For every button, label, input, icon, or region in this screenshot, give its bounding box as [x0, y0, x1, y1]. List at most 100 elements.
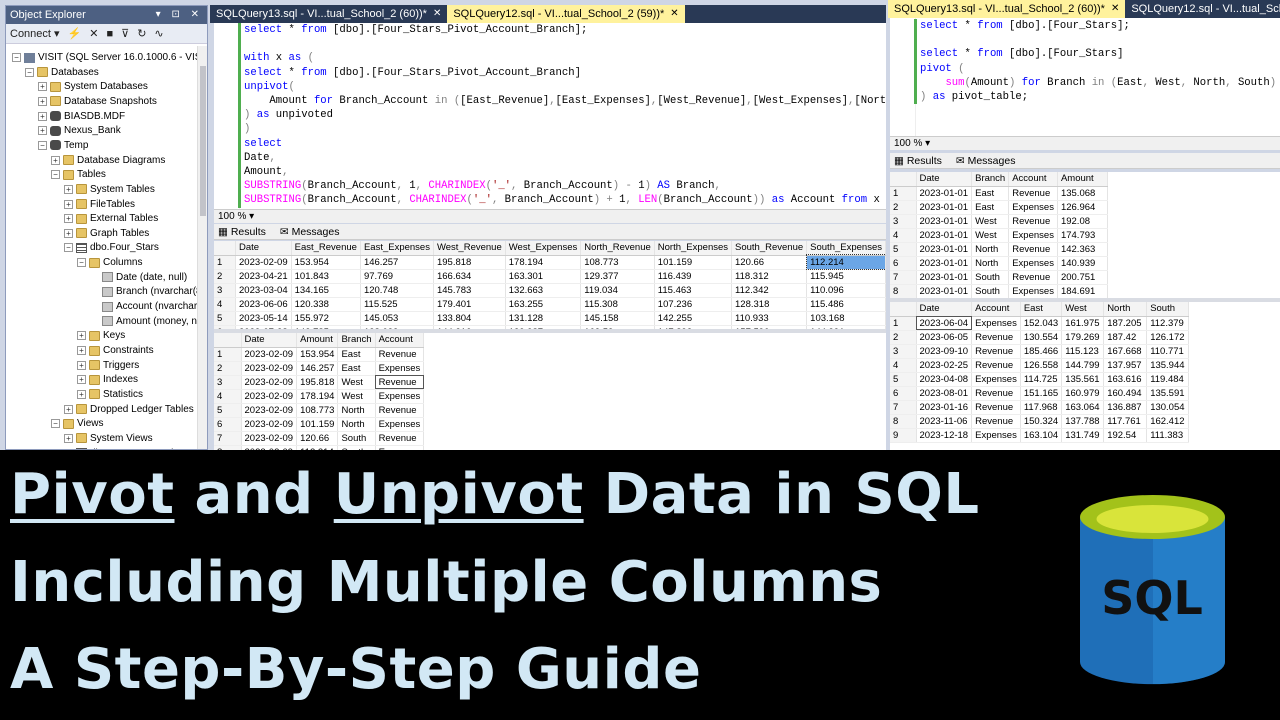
row-number[interactable]: 6 [890, 256, 917, 271]
table-cell[interactable]: 120.338 [291, 297, 361, 312]
tree-node[interactable]: + FileTables [64, 197, 135, 212]
table-cell[interactable]: 101.843 [291, 269, 361, 284]
tree-node[interactable]: + System Tables [64, 182, 155, 197]
row-number[interactable]: 4 [890, 228, 917, 243]
table-cell[interactable]: South [971, 284, 1010, 298]
column-header[interactable]: Account [1008, 172, 1058, 187]
table-cell[interactable]: 115.123 [1061, 344, 1105, 359]
table-cell[interactable]: 97.769 [360, 269, 434, 284]
table-cell[interactable]: Expenses [971, 372, 1021, 387]
activity-icon[interactable]: ∿ [154, 24, 163, 43]
table-cell[interactable]: 103.168 [806, 311, 886, 326]
table-cell[interactable]: 2023-03-04 [235, 283, 292, 298]
table-cell[interactable]: Expenses [971, 428, 1021, 443]
table-cell[interactable]: 2023-06-05 [916, 330, 973, 345]
tree-node[interactable]: Amount (money, n [90, 314, 197, 329]
column-header[interactable] [214, 333, 242, 348]
table-cell[interactable]: 135.944 [1146, 358, 1189, 373]
table-cell[interactable]: 110.771 [1146, 344, 1189, 359]
table-cell[interactable]: 150.324 [1020, 414, 1063, 429]
expand-icon[interactable]: + [38, 111, 47, 121]
table-cell[interactable]: 108.773 [580, 255, 655, 270]
column-header[interactable]: Account [971, 302, 1021, 317]
table-cell[interactable]: Expenses [1008, 228, 1058, 243]
column-header[interactable]: East [1020, 302, 1063, 317]
tree-node[interactable]: + System Databases [38, 79, 148, 94]
column-header[interactable]: West_Expenses [505, 241, 582, 256]
row-number[interactable]: 5 [214, 403, 242, 418]
collapse-icon[interactable]: − [51, 419, 60, 429]
table-cell[interactable]: 115.308 [580, 297, 655, 312]
column-header[interactable] [890, 172, 917, 187]
table-cell[interactable]: Revenue [971, 386, 1021, 401]
table-cell[interactable]: 2023-01-01 [916, 270, 973, 285]
tree-node[interactable]: + Graph Tables [64, 226, 149, 241]
table-cell[interactable]: 2023-11-06 [916, 414, 973, 429]
tab-results[interactable]: ▦ Results [894, 153, 942, 168]
table-cell[interactable]: 153.954 [296, 347, 339, 362]
tree-node[interactable]: + Keys [77, 328, 125, 343]
table-cell[interactable]: 2023-09-10 [916, 344, 973, 359]
tree-node[interactable]: + BIASDB.MDF [38, 109, 125, 124]
table-cell[interactable]: 160.494 [1103, 386, 1148, 401]
row-number[interactable]: 1 [890, 316, 917, 331]
table-cell[interactable]: 178.194 [505, 255, 582, 270]
table-cell[interactable]: 2023-04-21 [235, 269, 292, 284]
expand-icon[interactable]: + [77, 360, 86, 370]
table-cell[interactable]: 112.379 [1146, 316, 1189, 331]
table-cell[interactable]: Expenses [375, 417, 425, 432]
tree-node[interactable]: +dbo.Four_Stars_Pivot_A [64, 446, 197, 449]
table-cell[interactable]: 128.318 [731, 297, 808, 312]
tree-node[interactable]: + Indexes [77, 372, 138, 387]
tree-node[interactable]: + External Tables [64, 211, 158, 226]
table-cell[interactable]: Revenue [1008, 214, 1058, 229]
table-cell[interactable]: 184.691 [1057, 284, 1108, 298]
column-header[interactable]: Branch [337, 333, 376, 348]
expand-icon[interactable]: + [77, 331, 86, 341]
table-cell[interactable]: 146.257 [360, 255, 434, 270]
table-cell[interactable]: Expenses [1008, 284, 1058, 298]
table-cell[interactable]: Revenue [375, 347, 425, 362]
expand-icon[interactable]: + [38, 96, 47, 106]
table-cell[interactable]: 119.484 [1146, 372, 1189, 387]
table-cell[interactable]: 2023-04-08 [916, 372, 973, 387]
table-cell[interactable]: 163.104 [1020, 428, 1063, 443]
table-cell[interactable]: West [337, 389, 376, 404]
table-cell[interactable]: 140.939 [1057, 256, 1108, 271]
row-number[interactable]: 6 [890, 386, 917, 401]
tree-node[interactable]: − VISIT (SQL Server 16.0.1000.6 - VISIT [12, 50, 197, 65]
table-cell[interactable]: West [337, 375, 376, 390]
table-cell[interactable]: 174.793 [1057, 228, 1108, 243]
column-header[interactable]: North_Revenue [580, 241, 655, 256]
column-header[interactable]: Amount [296, 333, 339, 348]
row-number[interactable]: 1 [890, 186, 917, 201]
table-cell[interactable]: Revenue [971, 414, 1021, 429]
table-cell[interactable]: 187.42 [1103, 330, 1148, 345]
column-header[interactable]: Date [235, 241, 292, 256]
table-cell[interactable]: 145.053 [360, 311, 434, 326]
table-cell[interactable]: North [337, 417, 376, 432]
filter-icon[interactable]: ⊽ [121, 24, 129, 43]
row-number[interactable]: 7 [214, 431, 242, 446]
expand-icon[interactable]: + [64, 184, 73, 194]
tree-node[interactable]: + Triggers [77, 358, 139, 373]
row-number[interactable]: 1 [214, 347, 242, 362]
tree-node[interactable]: + Constraints [77, 343, 154, 358]
table-cell[interactable]: 114.725 [1020, 372, 1063, 387]
column-header[interactable]: North [1103, 302, 1148, 317]
expand-icon[interactable]: + [64, 228, 73, 238]
column-header[interactable]: South_Revenue [731, 241, 808, 256]
table-cell[interactable]: 187.205 [1103, 316, 1148, 331]
table-cell[interactable]: Revenue [971, 358, 1021, 373]
table-cell[interactable]: 151.165 [1020, 386, 1063, 401]
table-cell[interactable]: 120.748 [360, 283, 434, 298]
table-cell[interactable]: West [971, 214, 1010, 229]
column-header[interactable]: West_Revenue [433, 241, 506, 256]
table-cell[interactable]: 192.54 [1103, 428, 1148, 443]
table-cell[interactable]: Expenses [375, 389, 425, 404]
row-number[interactable]: 8 [890, 284, 917, 298]
table-cell[interactable]: 142.363 [1057, 242, 1108, 257]
table-cell[interactable]: 134.165 [291, 283, 361, 298]
row-number[interactable]: 2 [214, 269, 237, 284]
table-cell[interactable]: 117.761 [1103, 414, 1148, 429]
